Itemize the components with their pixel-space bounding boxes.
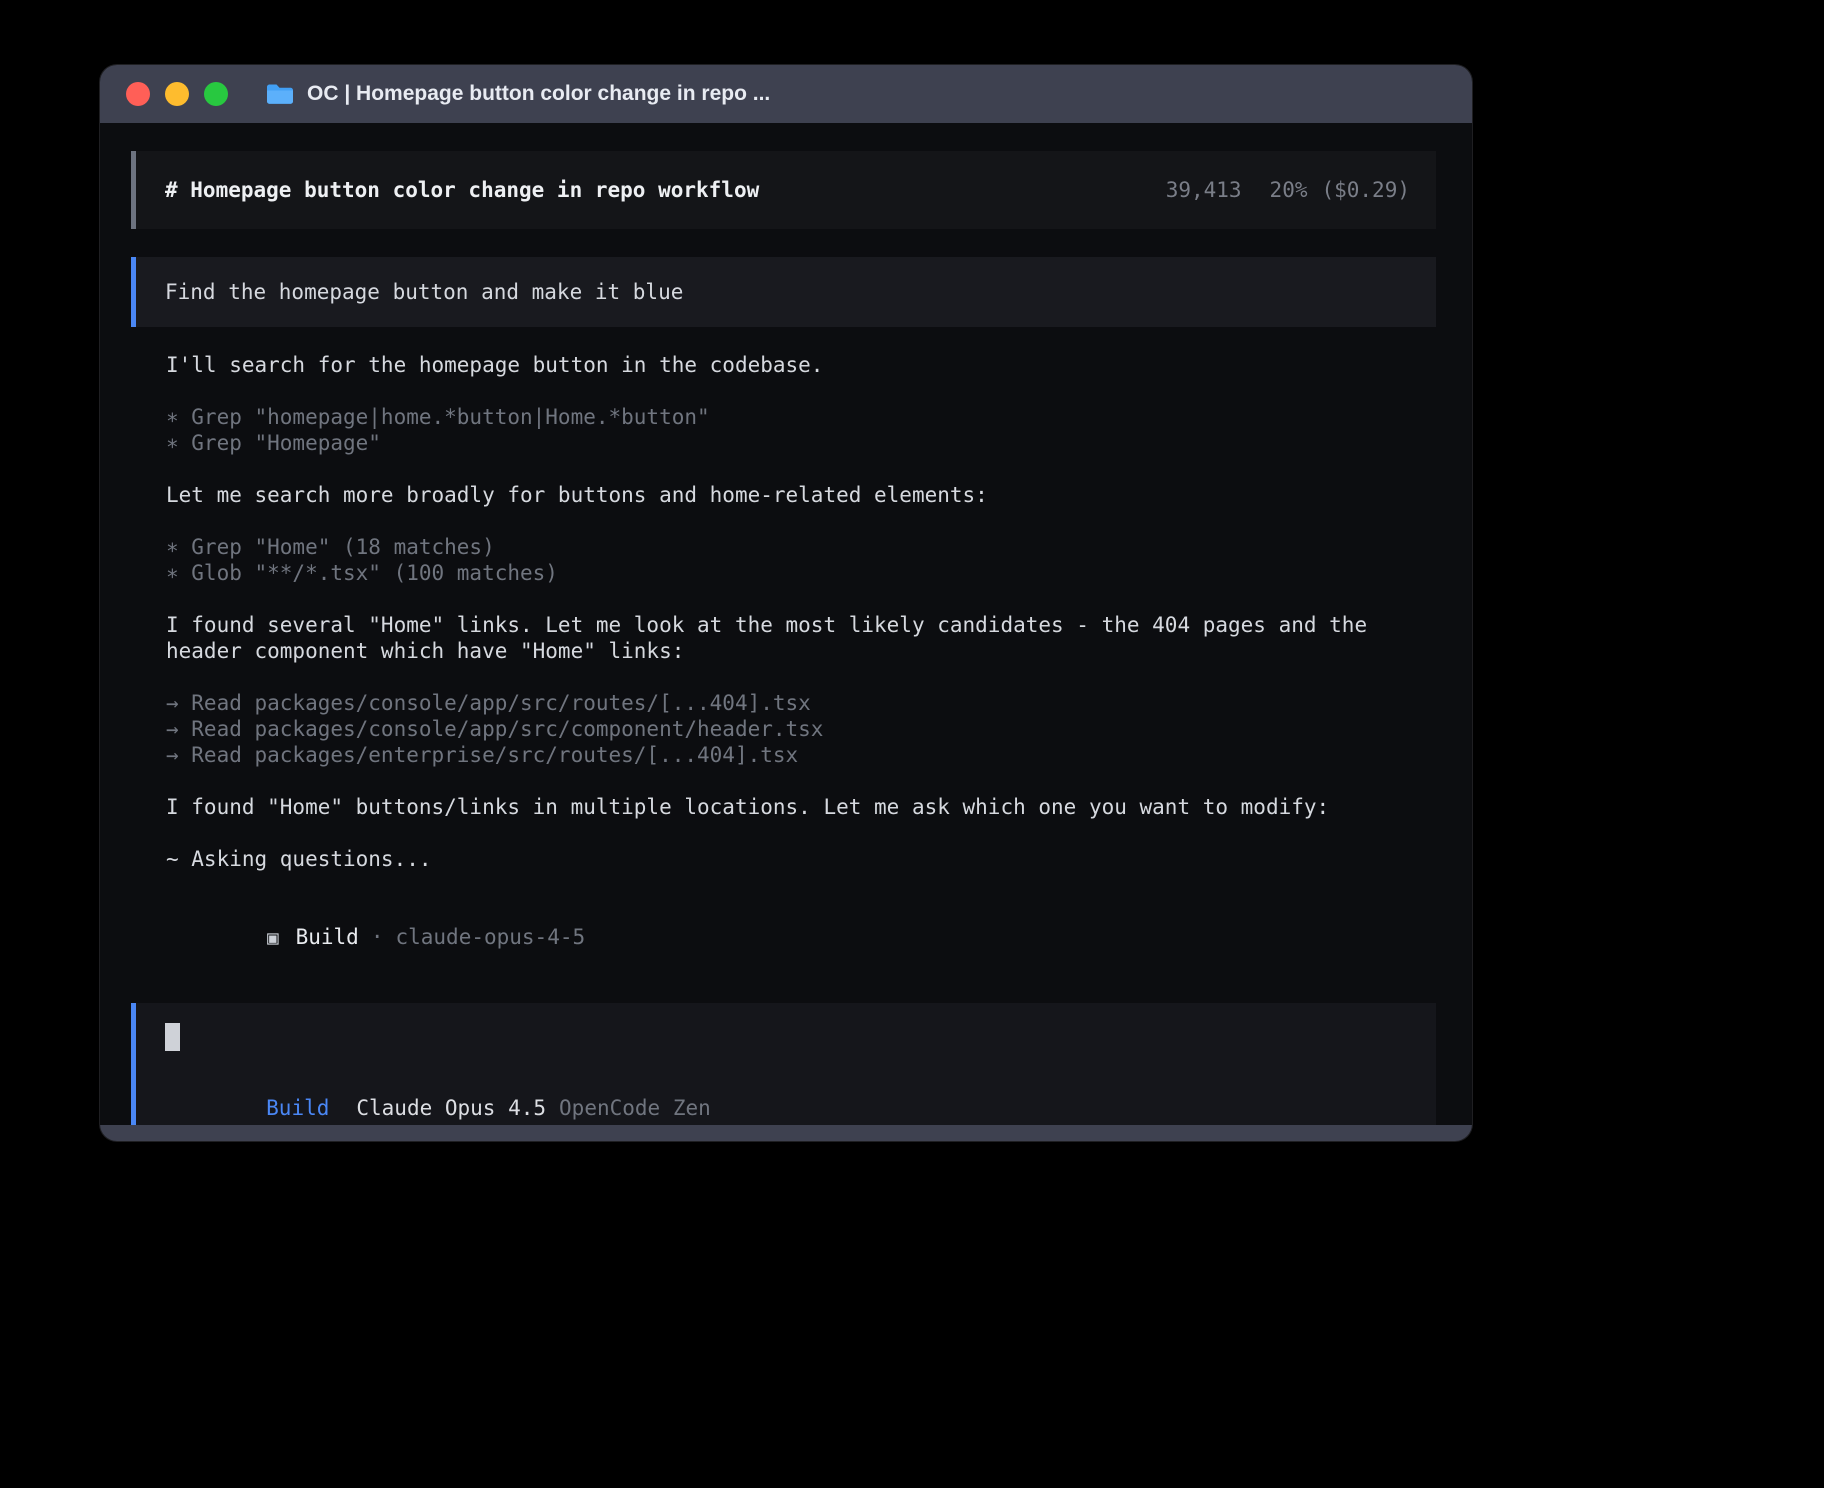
assistant-text-line: I found several "Home" links. Let me loo… [166,612,1436,638]
session-header: # Homepage button color change in repo w… [131,151,1436,229]
minimize-button[interactable] [165,82,189,106]
asking-questions-line: ~ Asking questions... [166,846,1436,872]
assistant-status-message: ~ Asking questions... [166,846,1436,872]
agent-status: ▣ Build · claude-opus-4-5 [166,898,1436,977]
tool-call-group: → Read packages/console/app/src/routes/[… [166,690,1436,768]
agent-model: claude-opus-4-5 [395,925,585,949]
close-button[interactable] [126,82,150,106]
separator-dot: · [371,925,384,949]
tool-call-line: ∗ Glob "**/*.tsx" (100 matches) [166,560,1436,586]
assistant-message: Let me search more broadly for buttons a… [166,482,1436,508]
agent-name: Build [296,925,359,949]
user-message-text: Find the homepage button and make it blu… [165,280,683,304]
conversation: I'll search for the homepage button in t… [131,352,1436,977]
window-titlebar[interactable]: OC | Homepage button color change in rep… [100,65,1472,123]
tool-call-line: ∗ Grep "Home" (18 matches) [166,534,1436,560]
model-name: Claude Opus 4.5 [356,1096,546,1120]
tool-call-line: → Read packages/console/app/src/routes/[… [166,690,1436,716]
provider-name: OpenCode Zen [559,1096,711,1120]
assistant-message: I found "Home" buttons/links in multiple… [166,794,1436,820]
context-percent: 20% [1270,178,1308,202]
folder-icon [265,82,295,106]
traffic-lights [126,82,243,106]
assistant-text-line: Let me search more broadly for buttons a… [166,482,1436,508]
agent-mode-label[interactable]: Build [266,1096,329,1120]
tool-call-line: ∗ Grep "Homepage" [166,430,1436,456]
window-bottom-chrome [100,1125,1472,1141]
assistant-text-line: header component which have "Home" links… [166,638,1436,664]
zoom-button[interactable] [204,82,228,106]
tool-call-line: ∗ Grep "homepage|home.*button|Home.*butt… [166,404,1436,430]
assistant-text-line: I found "Home" buttons/links in multiple… [166,794,1436,820]
user-message: Find the homepage button and make it blu… [131,257,1436,327]
agent-spinner-icon: ▣ [267,927,278,949]
tool-call-line: → Read packages/enterprise/src/routes/[.… [166,742,1436,768]
assistant-message: I found several "Home" links. Let me loo… [166,612,1436,664]
tool-call-group: ∗ Grep "homepage|home.*button|Home.*butt… [166,404,1436,456]
session-cost: ($0.29) [1321,178,1410,202]
tool-call-group: ∗ Grep "Home" (18 matches) ∗ Glob "**/*.… [166,534,1436,586]
assistant-text-line: I'll search for the homepage button in t… [166,352,1436,378]
session-stats: 39,413 20% ($0.29) [1065,154,1410,226]
session-title: # Homepage button color change in repo w… [165,178,759,202]
token-count: 39,413 [1166,178,1242,202]
assistant-message: I'll search for the homepage button in t… [166,352,1436,378]
window-title: OC | Homepage button color change in rep… [307,82,770,106]
terminal-content: # Homepage button color change in repo w… [100,123,1472,1142]
tool-call-line: → Read packages/console/app/src/componen… [166,716,1436,742]
text-cursor [165,1023,180,1051]
prompt-input[interactable]: Build Claude Opus 4.5 OpenCode Zen [131,1003,1436,1142]
terminal-window: OC | Homepage button color change in rep… [99,64,1473,1142]
